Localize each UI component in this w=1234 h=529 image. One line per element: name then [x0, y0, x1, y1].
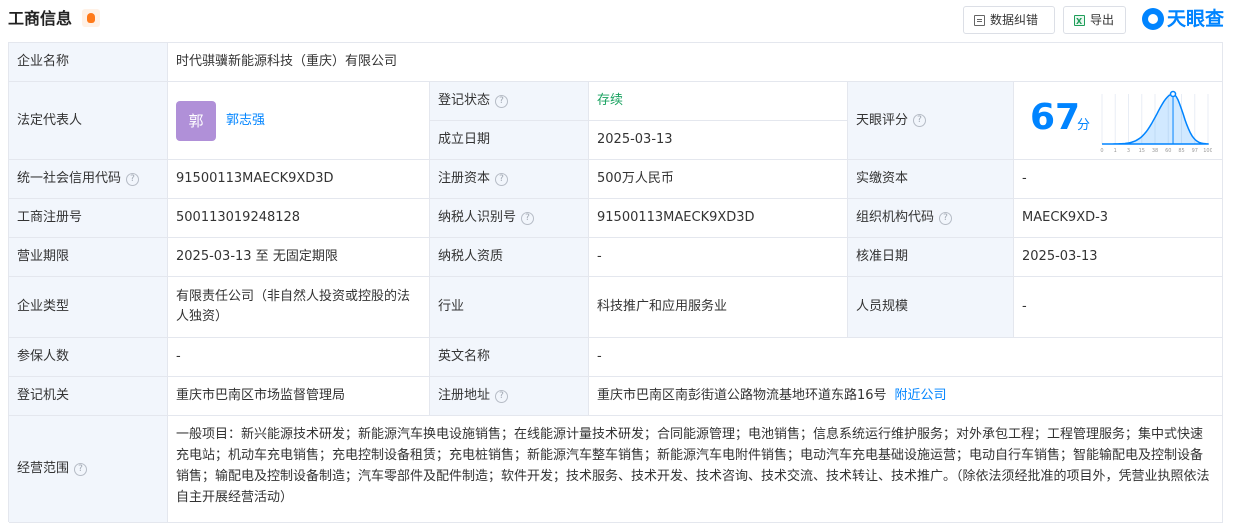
- help-icon[interactable]: ?: [521, 211, 535, 225]
- company-name-label: 企业名称: [9, 43, 168, 82]
- export-button[interactable]: 导出: [1063, 6, 1126, 35]
- business-info-table: 企业名称 时代骐骥新能源科技（重庆）有限公司 法定代表人 郭 郭志强 登记状态?…: [8, 42, 1223, 523]
- company-type-value: 有限责任公司（非自然人投资或控股的法人独资）: [168, 277, 430, 338]
- scope-value: 一般项目：新兴能源技术研发；新能源汽车换电设施销售；在线能源计量技术研发；合同能…: [168, 416, 1223, 523]
- reg-capital-label: 注册资本?: [430, 160, 589, 199]
- taxpayer-qual-label: 纳税人资质: [430, 238, 589, 277]
- term-label: 营业期限: [9, 238, 168, 277]
- scope-label: 经营范围?: [9, 416, 168, 523]
- approve-date-value: 2025-03-13: [1014, 238, 1223, 277]
- score-label-text: 天眼评分: [856, 112, 909, 128]
- help-icon[interactable]: ?: [939, 211, 953, 225]
- score-panel[interactable]: 67 分 0 1 3 15 38 60 85 97 100: [1014, 82, 1223, 160]
- paid-capital-value: -: [1014, 160, 1223, 199]
- org-code-value: MAECK9XD-3: [1014, 199, 1223, 238]
- score-tick-label: 1: [1114, 148, 1117, 154]
- biz-reg-no-value: 500113019248128: [168, 199, 430, 238]
- staff-size-label: 人员规模: [848, 277, 1014, 338]
- score-unit: 分: [1077, 118, 1091, 133]
- scope-label-text: 经营范围: [17, 461, 70, 476]
- reg-status-label-text: 登记状态: [438, 93, 491, 108]
- founded-value: 2025-03-13: [589, 121, 848, 160]
- section-header: 工商信息 数据纠错 导出 天眼查: [0, 0, 1234, 40]
- credit-code-label: 统一社会信用代码?: [9, 160, 168, 199]
- authority-value: 重庆市巴南区市场监督管理局: [168, 377, 430, 416]
- company-name-value: 时代骐骥新能源科技（重庆）有限公司: [168, 43, 1223, 82]
- score-marker-dot: [1169, 90, 1177, 98]
- section-title: 工商信息: [8, 9, 73, 28]
- score-tick-label: 60: [1165, 148, 1171, 154]
- founded-label: 成立日期: [430, 121, 589, 160]
- address-value: 重庆市巴南区南彭街道公路物流基地环道东路16号 附近公司: [589, 377, 1223, 416]
- data-correction-button[interactable]: 数据纠错: [963, 6, 1055, 34]
- authority-label: 登记机关: [9, 377, 168, 416]
- legal-rep-label: 法定代表人: [9, 82, 168, 160]
- address-label: 注册地址?: [430, 377, 589, 416]
- paid-capital-label: 实缴资本: [848, 160, 1014, 199]
- credit-code-value: 91500113MAECK9XD3D: [168, 160, 430, 199]
- insured-value: -: [168, 338, 430, 377]
- taxpayer-id-label: 纳税人识别号?: [430, 199, 589, 238]
- score-tick-label: 100: [1203, 148, 1212, 154]
- score-value: 67: [1030, 97, 1081, 138]
- score-tick-label: 3: [1127, 148, 1130, 154]
- eye-logo-icon: [1142, 8, 1164, 30]
- english-name-label: 英文名称: [430, 338, 589, 377]
- credit-code-label-text: 统一社会信用代码: [17, 171, 122, 186]
- nearby-companies-link[interactable]: 附近公司: [895, 386, 947, 406]
- avatar[interactable]: 郭: [176, 100, 216, 141]
- org-code-label: 组织机构代码?: [848, 199, 1014, 238]
- help-icon[interactable]: ?: [495, 94, 509, 108]
- reg-status-value: 存续: [589, 82, 848, 121]
- biz-reg-no-label: 工商注册号: [9, 199, 168, 238]
- score-tick-label: 38: [1152, 148, 1158, 154]
- help-icon[interactable]: ?: [126, 172, 140, 186]
- reg-capital-label-text: 注册资本: [438, 171, 491, 186]
- english-name-value: -: [589, 338, 1223, 377]
- fire-icon: [82, 9, 100, 27]
- taxpayer-qual-value: -: [589, 238, 848, 277]
- export-label: 导出: [1090, 13, 1115, 27]
- address-label-text: 注册地址: [438, 388, 491, 403]
- score-tick-label: 0: [1100, 148, 1103, 154]
- score-label: 天眼评分?: [848, 82, 1014, 160]
- taxpayer-id-value: 91500113MAECK9XD3D: [589, 199, 848, 238]
- help-icon[interactable]: ?: [495, 389, 509, 403]
- taxpayer-id-label-text: 纳税人识别号: [438, 210, 517, 225]
- data-correction-label: 数据纠错: [990, 13, 1039, 27]
- score-tick-label: 85: [1178, 148, 1184, 154]
- insured-label: 参保人数: [9, 338, 168, 377]
- brand-text: 天眼查: [1167, 8, 1225, 30]
- approve-date-label: 核准日期: [848, 238, 1014, 277]
- score-tick-label: 15: [1139, 148, 1145, 154]
- staff-size-value: -: [1014, 277, 1223, 338]
- industry-value: 科技推广和应用服务业: [589, 277, 848, 338]
- help-icon[interactable]: ?: [913, 114, 927, 127]
- industry-label: 行业: [430, 277, 589, 338]
- legal-rep-value: 郭 郭志强: [168, 82, 430, 160]
- org-code-label-text: 组织机构代码: [856, 210, 935, 225]
- help-icon[interactable]: ?: [495, 172, 509, 186]
- document-icon: [974, 15, 985, 26]
- term-value: 2025-03-13 至 无固定期限: [168, 238, 430, 277]
- reg-capital-value: 500万人民币: [589, 160, 848, 199]
- legal-rep-name-link[interactable]: 郭志强: [226, 111, 265, 131]
- address-text: 重庆市巴南区南彭街道公路物流基地环道东路16号: [597, 388, 887, 403]
- company-type-label: 企业类型: [9, 277, 168, 338]
- help-icon[interactable]: ?: [74, 462, 88, 476]
- reg-status-label: 登记状态?: [430, 82, 589, 121]
- score-distribution-chart: 0 1 3 15 38 60 85 97 100: [1100, 90, 1212, 154]
- score-tick-label: 97: [1192, 148, 1198, 154]
- excel-icon: [1074, 9, 1085, 35]
